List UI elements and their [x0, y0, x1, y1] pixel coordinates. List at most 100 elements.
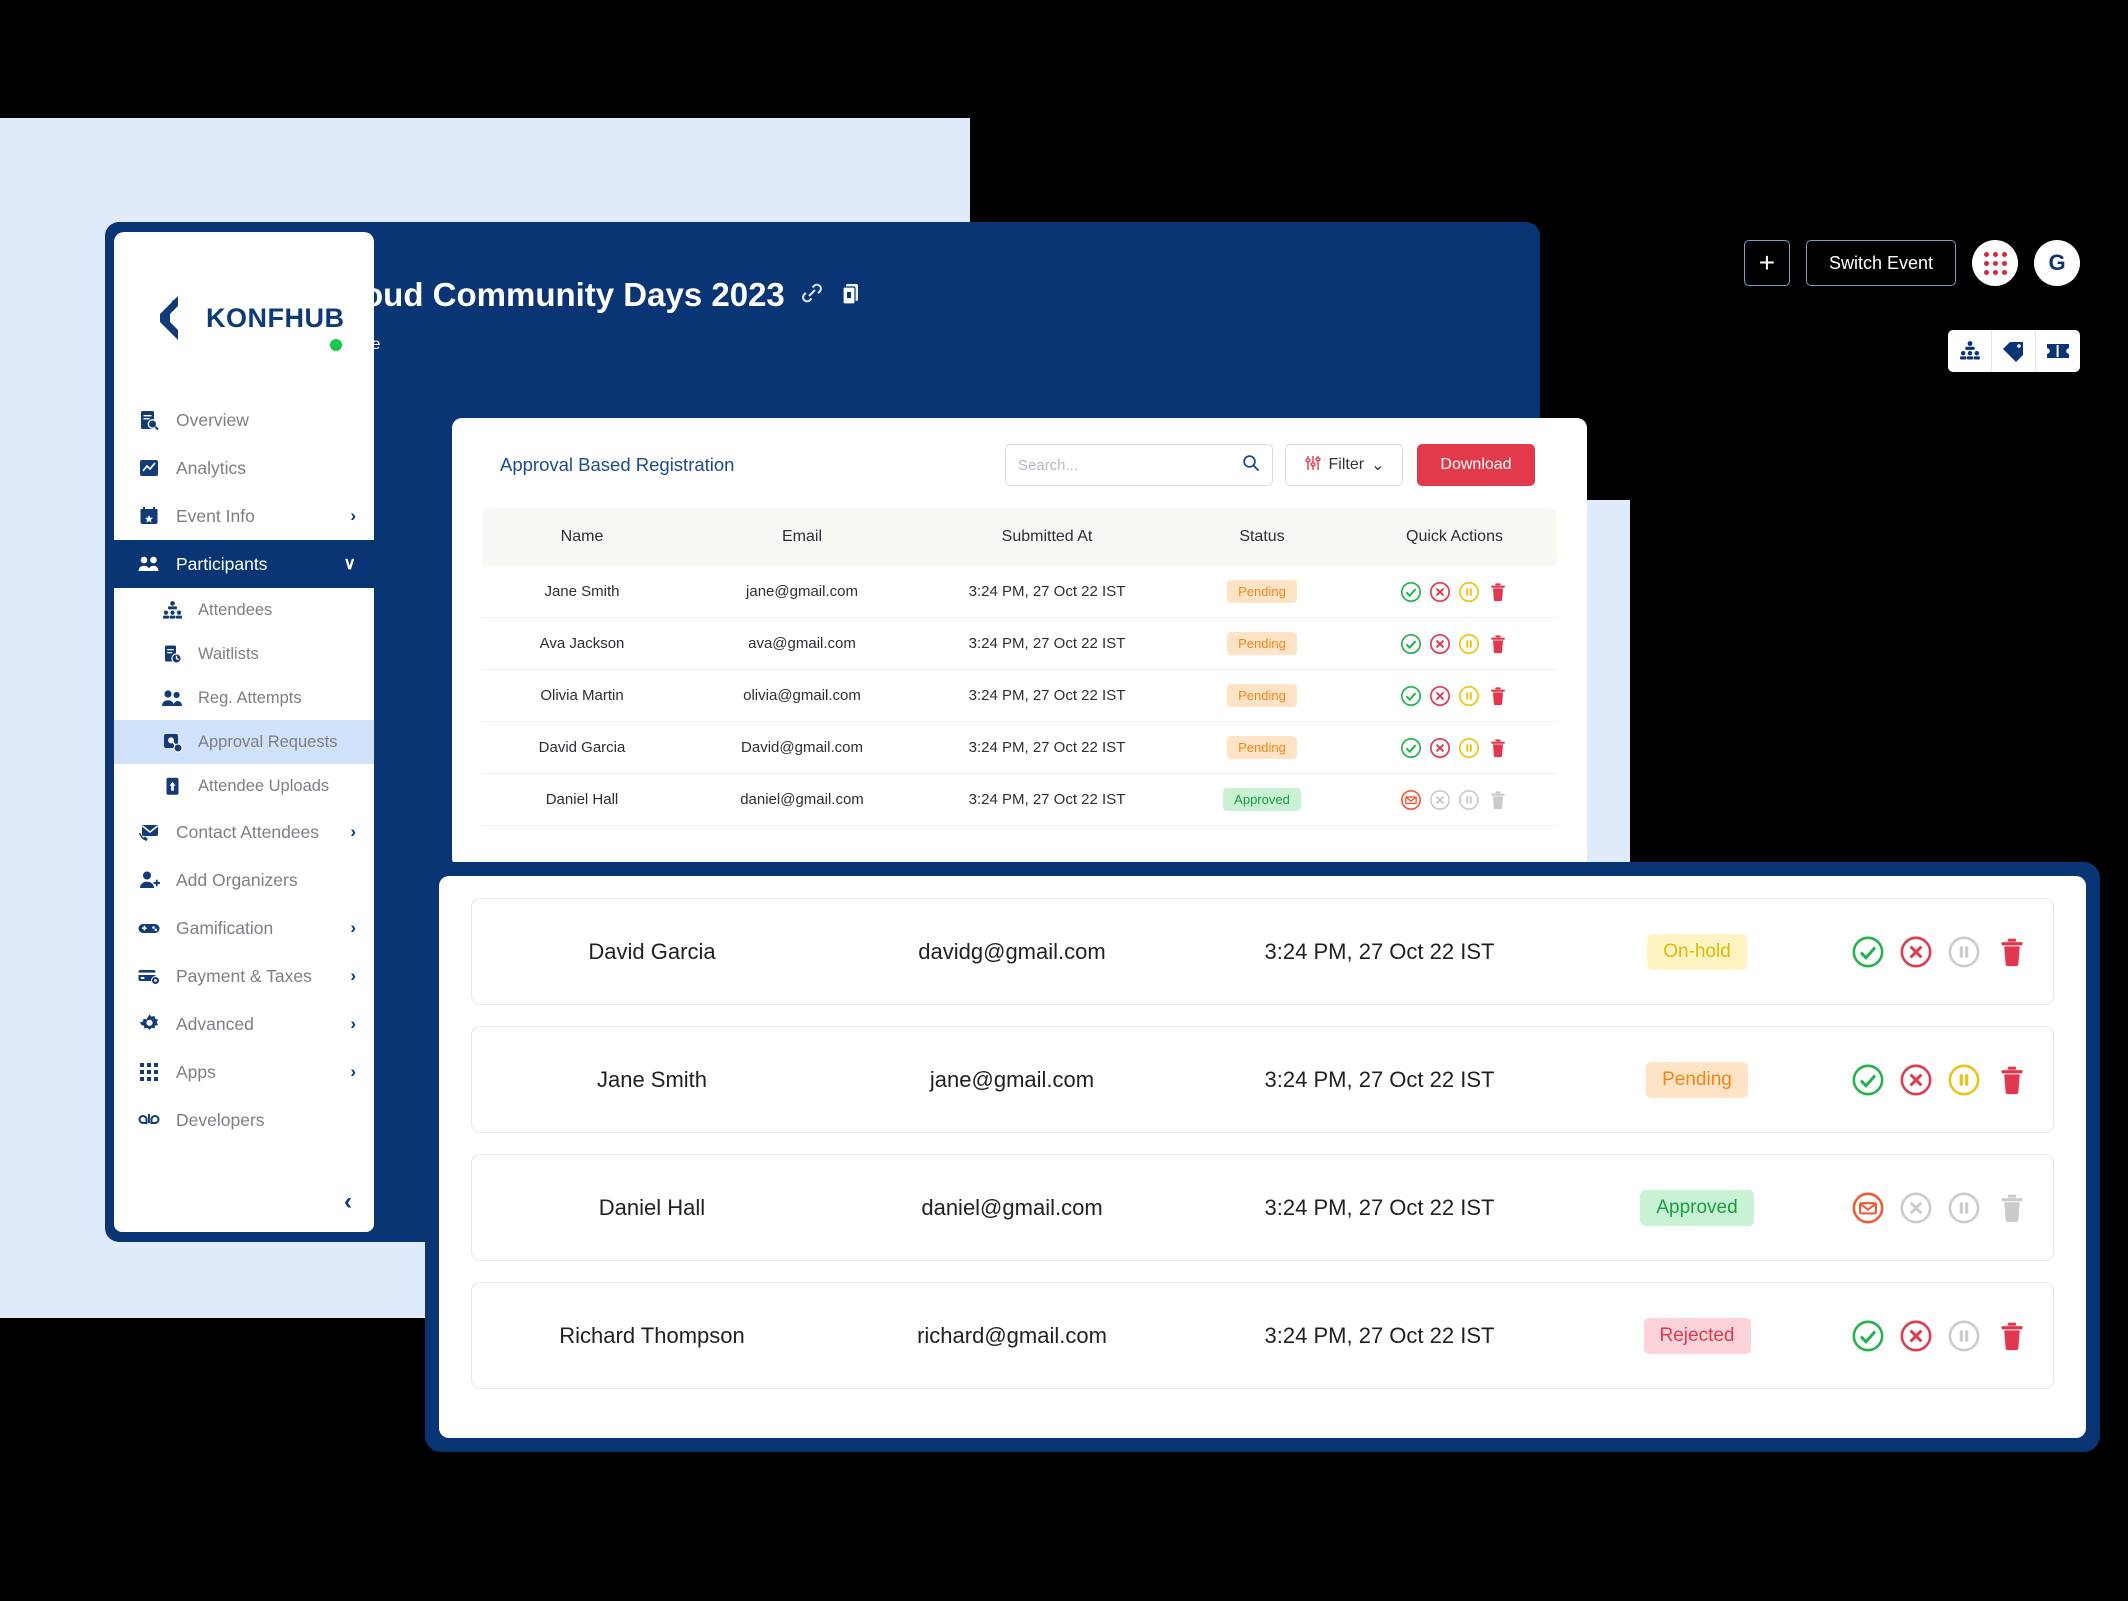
row-quick-actions[interactable] [1827, 1319, 2053, 1353]
document-search-icon [136, 407, 162, 433]
cell-submitted: 3:24 PM, 27 Oct 22 IST [922, 669, 1172, 722]
table-row[interactable]: Olivia Martin olivia@gmail.com 3:24 PM, 27… [482, 669, 1557, 722]
konfhub-logo-icon [160, 296, 178, 340]
sidebar-item-label: Analytics [176, 457, 247, 478]
status-badge: Pending [1227, 580, 1297, 603]
sidebar-item-approval-requests[interactable]: Approval Requests [114, 720, 374, 764]
cell-actions[interactable] [1352, 669, 1557, 722]
tag-icon[interactable] [1992, 330, 2036, 372]
sidebar-item-payment-taxes[interactable]: Payment & Taxes › [114, 952, 374, 1000]
quick-actions[interactable] [1352, 737, 1557, 759]
cell-email: daniel@gmail.com [682, 773, 922, 826]
sidebar-item-apps[interactable]: Apps › [114, 1048, 374, 1096]
sidebar-item-label: Advanced [176, 1013, 254, 1034]
list-item[interactable]: Richard Thompson richard@gmail.com 3:24 PM… [471, 1282, 2054, 1389]
status-badge: Rejected [1643, 1317, 1751, 1354]
chart-icon [136, 455, 162, 481]
sidebar-item-add-organizers[interactable]: Add Organizers [114, 856, 374, 904]
approval-table: Name Email Submitted At Status Quick Act… [482, 508, 1557, 826]
column-header-actions: Quick Actions [1352, 508, 1557, 566]
cell-status: Pending [1172, 721, 1352, 774]
sidebar-item-gamification[interactable]: Gamification › [114, 904, 374, 952]
cell-actions[interactable] [1352, 773, 1557, 826]
sidebar-item-label: Participants [176, 553, 268, 574]
download-button[interactable]: Download [1417, 444, 1535, 486]
table-row[interactable]: Daniel Hall daniel@gmail.com 3:24 PM, 27 O… [482, 773, 1557, 826]
list-item[interactable]: David Garcia davidg@gmail.com 3:24 PM, 27 … [471, 898, 2054, 1005]
table-row[interactable]: Jane Smith jane@gmail.com 3:24 PM, 27 Oct … [482, 566, 1557, 618]
quick-actions[interactable] [1352, 633, 1557, 655]
screenshot-stage: KONFHUB Overview Analytics Event Info › … [0, 0, 2128, 1601]
sidebar-item-participants[interactable]: Participants ∨ [114, 540, 374, 588]
row-quick-actions[interactable] [1827, 935, 2053, 969]
list-item[interactable]: Daniel Hall daniel@gmail.com 3:24 PM, 27 O… [471, 1154, 2054, 1261]
quick-actions[interactable] [1352, 685, 1557, 707]
sidebar-item-label: Payment & Taxes [176, 965, 312, 986]
cell-status: Approved [1172, 773, 1352, 826]
cell-submitted: 3:24 PM, 27 Oct 22 IST [922, 617, 1172, 670]
overlay-rows-container: David Garcia davidg@gmail.com 3:24 PM, 27 … [439, 876, 2086, 1438]
sidebar-item-developers[interactable]: Developers [114, 1096, 374, 1144]
sidebar-item-advanced[interactable]: Advanced › [114, 1000, 374, 1048]
sidebar-item-contact-attendees[interactable]: Contact Attendees › [114, 808, 374, 856]
sidebar-item-reg-attempts[interactable]: Reg. Attempts [114, 676, 374, 720]
column-header-name: Name [482, 508, 682, 566]
developers-icon [136, 1107, 162, 1133]
column-header-submitted: Submitted At [922, 508, 1172, 566]
people-icon [136, 551, 162, 577]
chevron-right-icon: › [350, 1062, 356, 1081]
avatar[interactable]: G [2034, 240, 2080, 286]
brand-name: KONFHUB [206, 302, 345, 333]
header-actions: + Switch Event G [1743, 240, 2080, 286]
sidebar-subitem-label: Attendees [198, 600, 273, 619]
gamepad-icon [136, 915, 162, 941]
chevron-right-icon: › [350, 822, 356, 841]
apps-menu-button[interactable] [1972, 240, 2018, 286]
ticket-icon[interactable] [2036, 330, 2080, 372]
sidebar-item-overview[interactable]: Overview [114, 396, 374, 444]
audience-icon[interactable] [1948, 330, 1992, 372]
cell-actions[interactable] [1352, 721, 1557, 774]
quick-actions[interactable] [1352, 581, 1557, 603]
waitlist-clock-icon [160, 642, 184, 666]
status-label: Live [351, 336, 381, 353]
cell-name: David Garcia [482, 721, 682, 774]
row-name: Richard Thompson [559, 1322, 745, 1348]
calendar-star-icon [136, 503, 162, 529]
sidebar-item-analytics[interactable]: Analytics [114, 444, 374, 492]
mail-phone-icon [136, 819, 162, 845]
row-email: jane@gmail.com [929, 1066, 1095, 1092]
cell-actions[interactable] [1352, 617, 1557, 670]
row-quick-actions[interactable] [1827, 1191, 2053, 1225]
audience-icon [160, 598, 184, 622]
cell-actions[interactable] [1352, 566, 1557, 618]
list-item[interactable]: Jane Smith jane@gmail.com 3:24 PM, 27 Oct … [471, 1026, 2054, 1133]
sidebar-subitem-label: Reg. Attempts [198, 688, 302, 707]
cell-email: jane@gmail.com [682, 566, 922, 618]
sidebar-item-attendees[interactable]: Attendees [114, 588, 374, 632]
search-box[interactable] [1005, 444, 1273, 486]
two-people-icon [160, 686, 184, 710]
row-quick-actions[interactable] [1827, 1063, 2053, 1097]
switch-event-button[interactable]: Switch Event [1805, 240, 1956, 286]
sidebar-item-attendee-uploads[interactable]: Attendee Uploads [114, 764, 374, 808]
apps-grid-icon [136, 1059, 162, 1085]
cell-name: Daniel Hall [482, 773, 682, 826]
sidebar-collapse-button[interactable]: ‹ [344, 1188, 352, 1216]
quick-actions[interactable] [1352, 789, 1557, 811]
add-event-button[interactable]: + [1743, 240, 1790, 286]
status-badge: Approved [1640, 1189, 1754, 1226]
status-badge: Pending [1646, 1061, 1748, 1098]
sidebar-item-waitlists[interactable]: Waitlists [114, 632, 374, 676]
link-icon[interactable] [799, 280, 825, 311]
sidebar-item-event-info[interactable]: Event Info › [114, 492, 374, 540]
page-title: Cloud Community Days 2023 [330, 276, 785, 313]
cell-email: David@gmail.com [682, 721, 922, 774]
filter-dropdown[interactable]: Filter ⌄ [1285, 444, 1403, 486]
search-input[interactable] [1018, 456, 1236, 474]
table-row[interactable]: Ava Jackson ava@gmail.com 3:24 PM, 27 Oct … [482, 617, 1557, 670]
event-title-row: Cloud Community Days 2023 [330, 276, 863, 314]
copy-icon[interactable] [839, 280, 863, 311]
column-header-status: Status [1172, 508, 1352, 566]
table-row[interactable]: David Garcia David@gmail.com 3:24 PM, 27 O… [482, 721, 1557, 774]
